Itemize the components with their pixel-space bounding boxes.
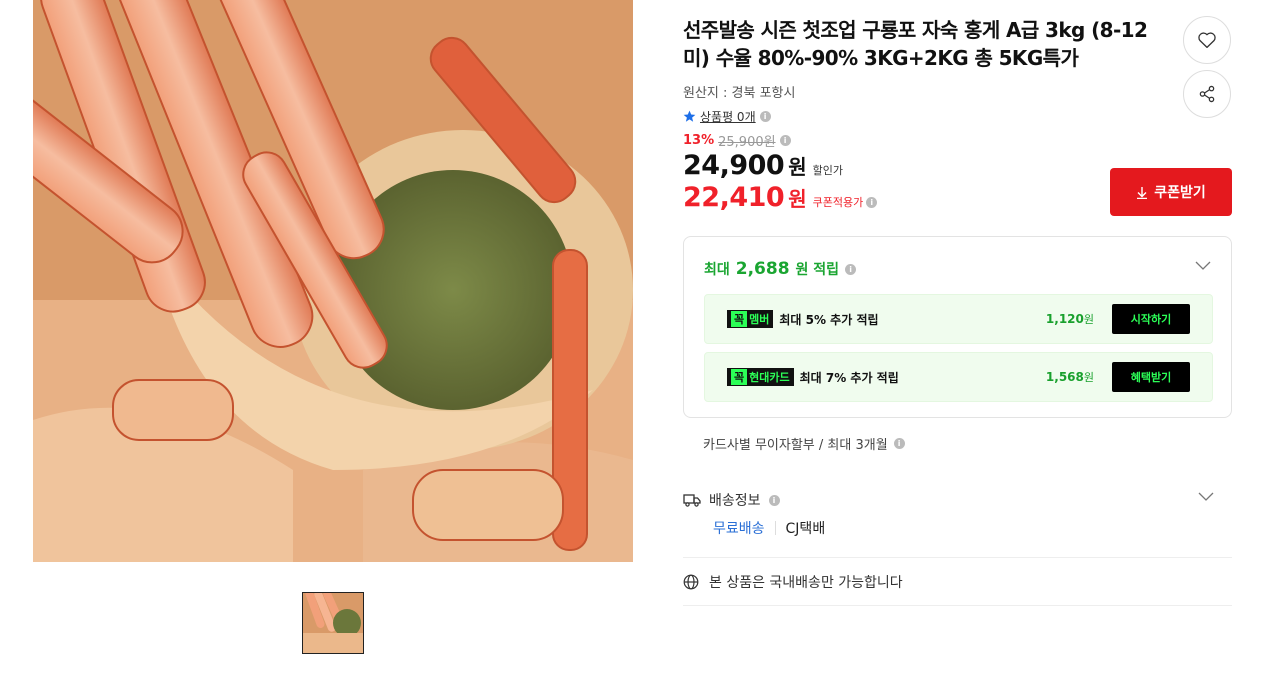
review-summary: 상품평 0개 i [683, 108, 771, 125]
sale-price-label: 할인가 [812, 164, 843, 177]
benefit-amount-unit: 원 [1083, 371, 1094, 384]
product-title: 선주발송 시즌 첫조업 구룡포 자숙 홍게 A급 3kg (8-12미) 수율 … [683, 18, 1148, 70]
benefit-row-card: 꼭 현대카드 최대 7% 추가 적립 1,568원 혜택받기 [704, 352, 1213, 402]
start-membership-button[interactable]: 시작하기 [1112, 304, 1190, 334]
info-icon[interactable]: i [845, 263, 857, 275]
free-shipping-label: 무료배송 [713, 521, 765, 537]
sale-price: 24,900 [683, 150, 785, 181]
benefit-amount: 1,568원 [1046, 369, 1094, 385]
benefit-amount: 1,120원 [1046, 311, 1094, 327]
benefit-text: 최대 7% 추가 적립 [799, 370, 899, 385]
info-icon[interactable]: i [759, 111, 771, 122]
coupon-price-row: 22,410 원 쿠폰적용가 i [683, 182, 878, 213]
courier-name: CJ택배 [785, 521, 826, 537]
benefit-tag: 꼭 멤버 [727, 310, 774, 328]
points-prefix: 최대 [704, 262, 730, 278]
chevron-down-icon[interactable] [1195, 261, 1211, 271]
wishlist-button[interactable] [1183, 16, 1231, 64]
share-icon [1199, 85, 1215, 103]
product-thumbnail[interactable] [302, 592, 364, 654]
benefit-tag-prefix: 꼭 [731, 311, 748, 327]
points-panel: 최대 2,688 원 적립 i 꼭 멤버 최대 5% 추가 적립 1,120원 시… [683, 236, 1232, 418]
points-suffix: 원 적립 [795, 262, 840, 278]
coupon-download-button[interactable]: 쿠폰받기 [1110, 168, 1232, 216]
info-icon[interactable]: i [893, 438, 905, 449]
original-price: 25,900원 [718, 135, 776, 150]
shipping-section: 배송정보 i 무료배송 CJ택배 [683, 478, 1232, 558]
chevron-down-icon[interactable] [1198, 492, 1214, 502]
coupon-price-label-wrap: 쿠폰적용가 i [813, 194, 878, 210]
coupon-price-currency: 원 [788, 187, 807, 211]
info-icon[interactable]: i [866, 196, 878, 208]
points-summary: 최대 2,688 원 적립 i [704, 259, 857, 279]
shipping-title-row: 배송정보 i [683, 490, 780, 510]
info-icon[interactable]: i [779, 135, 791, 146]
truck-icon [683, 494, 701, 507]
benefit-amount-value: 1,568 [1045, 370, 1084, 384]
globe-icon [683, 574, 699, 589]
coupon-button-label: 쿠폰받기 [1154, 185, 1206, 201]
installment-text: 카드사별 무이자할부 / 최대 3개월 [703, 438, 888, 453]
benefit-tag-label: 멤버 [749, 313, 770, 326]
benefit-tag: 꼭 현대카드 [727, 368, 794, 386]
get-benefit-button[interactable]: 혜택받기 [1112, 362, 1190, 392]
domestic-shipping-note: 본 상품은 국내배송만 가능합니다 [683, 558, 1232, 606]
benefit-row-member: 꼭 멤버 최대 5% 추가 적립 1,120원 시작하기 [704, 294, 1213, 344]
benefit-tag-label: 현대카드 [749, 371, 790, 384]
coupon-price-label: 쿠폰적용가 [812, 196, 864, 209]
points-amount: 2,688 [735, 259, 790, 279]
heart-icon [1198, 32, 1216, 49]
discount-rate: 13% [683, 133, 715, 148]
shipping-details: 무료배송 CJ택배 [713, 518, 825, 538]
download-icon [1137, 186, 1148, 199]
info-icon[interactable]: i [768, 494, 780, 506]
divider [774, 521, 776, 535]
benefit-amount-value: 1,120 [1045, 312, 1084, 326]
share-button[interactable] [1183, 70, 1231, 118]
coupon-price: 22,410 [683, 182, 785, 213]
review-link[interactable]: 상품평 0개 [700, 108, 756, 125]
sale-price-row: 24,900 원 할인가 [683, 150, 843, 181]
benefit-amount-unit: 원 [1083, 313, 1094, 326]
shipping-title: 배송정보 [709, 493, 761, 509]
discount-row: 13% 25,900원 i [683, 131, 791, 150]
benefit-tag-prefix: 꼭 [731, 369, 748, 385]
origin-text: 원산지 : 경북 포항시 [683, 86, 796, 101]
installment-info: 카드사별 무이자할부 / 최대 3개월 i [703, 434, 905, 453]
benefit-text: 최대 5% 추가 적립 [779, 312, 879, 327]
sale-price-currency: 원 [788, 155, 807, 179]
product-main-image [33, 0, 633, 562]
domestic-note-text: 본 상품은 국내배송만 가능합니다 [709, 574, 903, 591]
star-icon [683, 110, 696, 122]
